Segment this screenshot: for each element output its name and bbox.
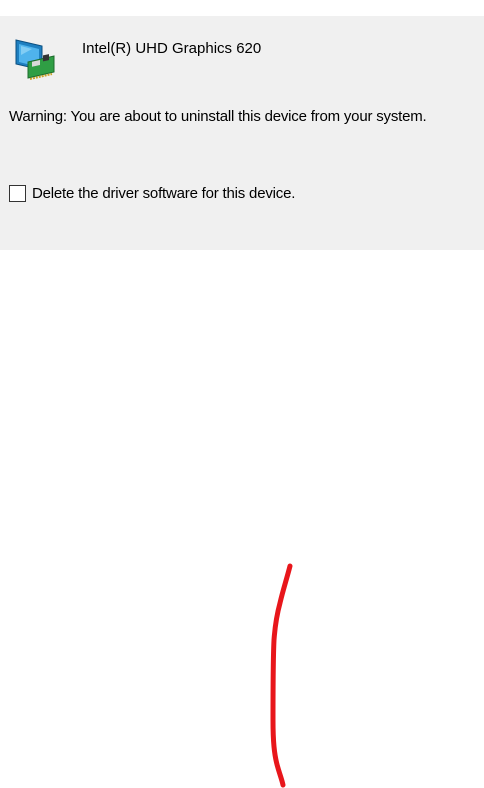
- display-adapter-icon: [12, 36, 58, 82]
- screen: Intel(R) UHD Graphics 620 Warning: You a…: [0, 0, 484, 788]
- warning-message: Warning: You are about to uninstall this…: [9, 108, 427, 125]
- delete-driver-checkbox[interactable]: [9, 184, 26, 202]
- uninstall-device-dialog: Intel(R) UHD Graphics 620 Warning: You a…: [0, 16, 484, 250]
- device-name: Intel(R) UHD Graphics 620: [82, 40, 262, 57]
- delete-driver-option[interactable]: Delete the driver software for this devi…: [9, 183, 295, 203]
- annotation-path: [270, 563, 293, 788]
- delete-driver-label: Delete the driver software for this devi…: [32, 184, 296, 202]
